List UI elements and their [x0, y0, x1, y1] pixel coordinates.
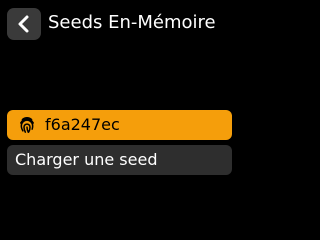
- seed-menu: f6a247ec Charger une seed: [7, 110, 232, 180]
- page-title: Seeds En-Mémoire: [48, 12, 216, 33]
- load-seed-button[interactable]: Charger une seed: [7, 145, 232, 175]
- back-button[interactable]: [7, 8, 41, 40]
- fingerprint-icon: [17, 115, 37, 135]
- seed-item-label: f6a247ec: [45, 115, 120, 134]
- seed-item-f6a247ec[interactable]: f6a247ec: [7, 110, 232, 140]
- chevron-left-icon: [17, 14, 31, 34]
- header-bar: Seeds En-Mémoire: [0, 0, 238, 48]
- load-seed-label: Charger une seed: [15, 150, 158, 169]
